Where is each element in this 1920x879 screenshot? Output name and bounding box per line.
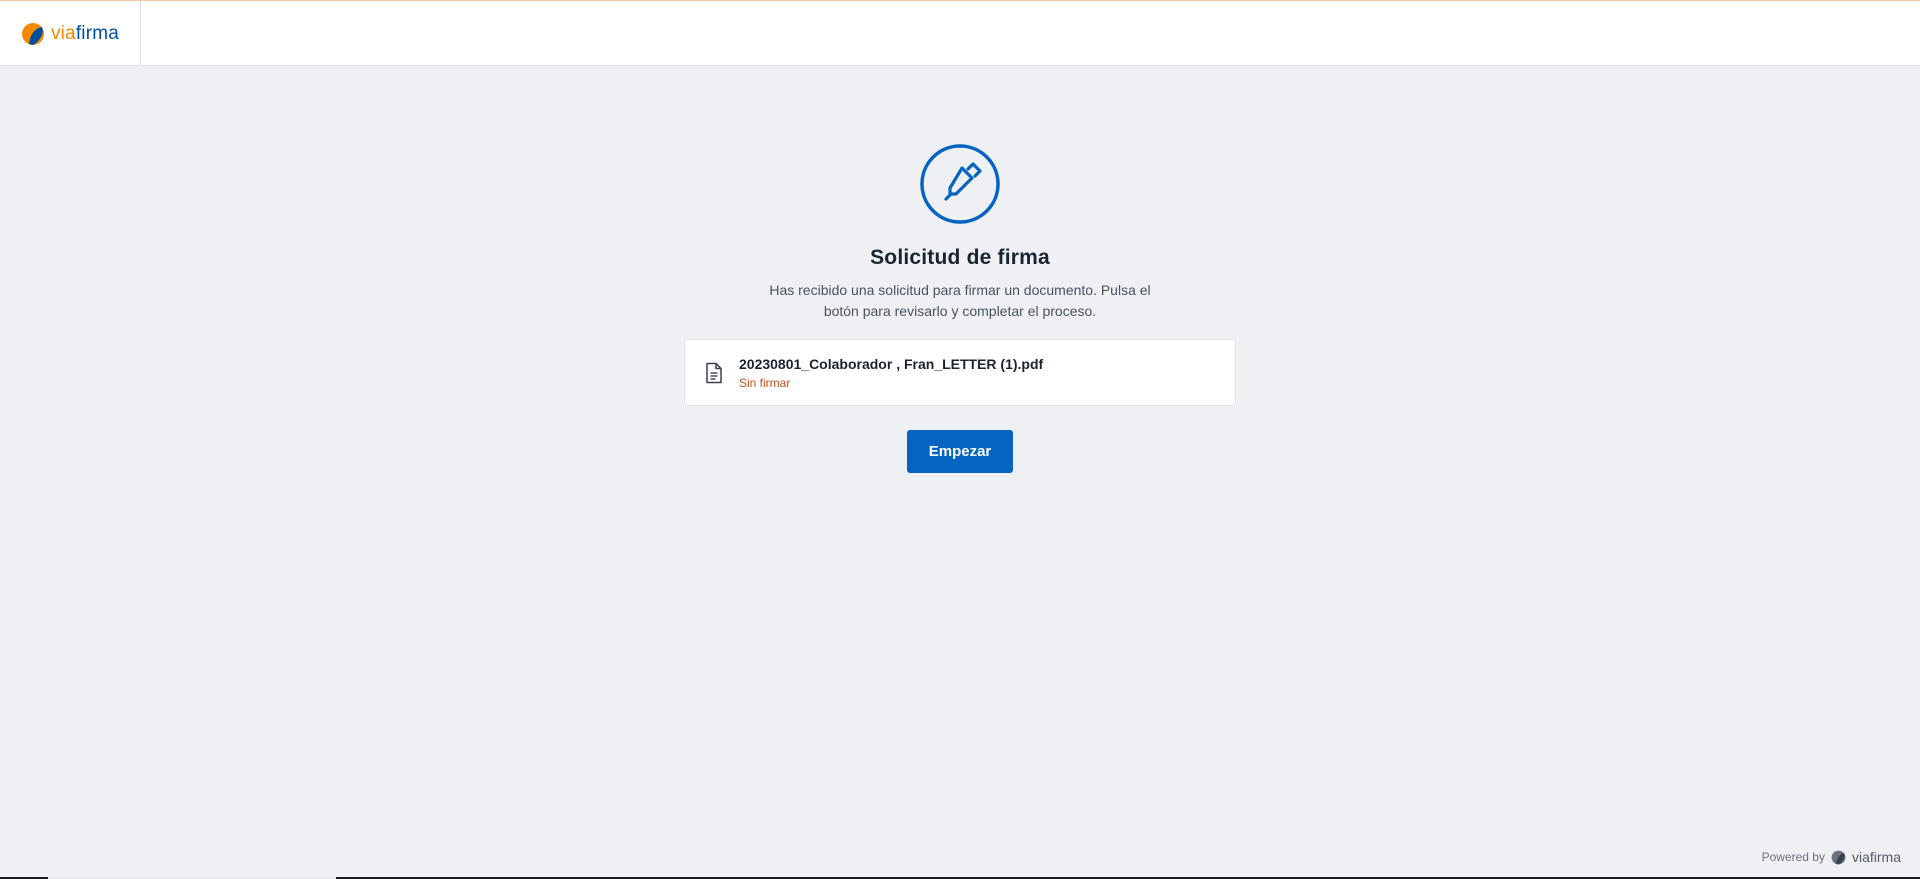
logo-text-via: via [50,22,76,44]
page-title: Solicitud de firma [870,246,1050,269]
viafirma-logo[interactable]: viafirma [21,22,119,46]
footer-brand[interactable]: viafirma [1852,849,1901,865]
document-card[interactable]: 20230801_Colaborador , Fran_LETTER (1).p… [684,339,1236,406]
start-button[interactable]: Empezar [907,430,1013,473]
viafirma-logo-icon [21,22,44,45]
document-icon [706,362,722,383]
viafirma-footer-logo-icon [1831,850,1846,864]
document-status: Sin firmar [739,375,791,390]
page-description: Has recibido una solicitud para firmar u… [769,282,1151,319]
top-bar: viafirma [0,0,1920,66]
powered-by-label: Powered by [1761,850,1825,864]
signature-pen-icon [920,144,1000,224]
logo-text-firma: firma [75,22,120,44]
document-info: 20230801_Colaborador , Fran_LETTER (1).p… [739,356,1043,390]
footer: Powered by viafirma [1762,849,1901,865]
logo-container: viafirma [0,1,141,66]
document-name: 20230801_Colaborador , Fran_LETTER (1).p… [739,355,1044,372]
signature-request-panel: Solicitud de firma Has recibido una soli… [0,66,1920,473]
logo-wordmark: viafirma [51,23,119,45]
